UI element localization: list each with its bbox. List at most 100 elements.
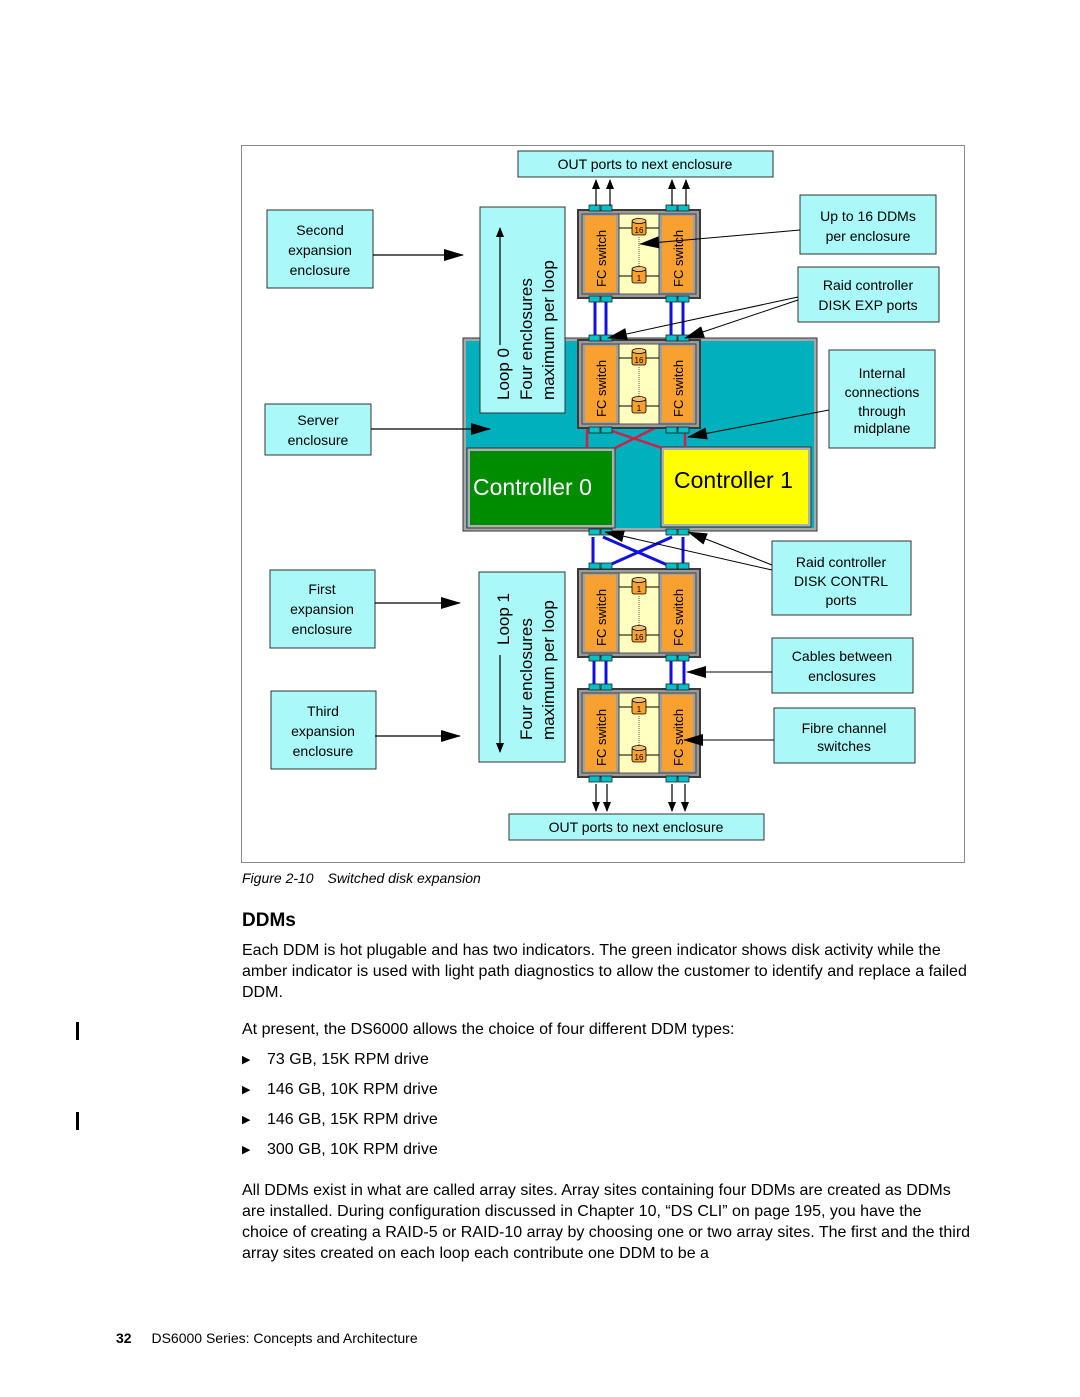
- disk-number: 16: [635, 356, 644, 365]
- disk-number: 16: [635, 226, 644, 235]
- list-item: ▶ 73 GB, 15K RPM drive: [242, 1049, 438, 1079]
- svg-text:expansion: expansion: [290, 601, 354, 617]
- controller1-label: Controller 1: [674, 467, 793, 493]
- controller-0: Controller 0: [466, 447, 616, 529]
- disk-number: 16: [635, 633, 644, 642]
- fc-switch-label: FC switch: [671, 589, 686, 646]
- out-ports-bottom: OUT ports to next enclosure: [508, 784, 765, 841]
- enclosure-first-expansion: FC switch FC switch 1 16: [577, 568, 701, 658]
- svg-text:through: through: [858, 403, 905, 419]
- out-ports-top: OUT ports to next enclosure: [517, 150, 774, 206]
- svg-text:expansion: expansion: [291, 723, 355, 739]
- svg-text:DISK EXP ports: DISK EXP ports: [818, 297, 917, 313]
- callout-first-expansion: First expansion enclosure: [269, 569, 461, 649]
- svg-text:Internal: Internal: [859, 365, 906, 381]
- port: [677, 204, 690, 212]
- enclosure-server: FC switch FC switch 16 1: [577, 339, 701, 429]
- svg-text:Server: Server: [297, 412, 339, 428]
- svg-text:Raid controller: Raid controller: [796, 554, 887, 570]
- page-footer: 32 DS6000 Series: Concepts and Architect…: [116, 1330, 418, 1346]
- port: [600, 775, 613, 783]
- callout-second-expansion: Second expansion enclosure: [266, 209, 464, 289]
- port: [665, 775, 678, 783]
- port: [588, 528, 601, 536]
- page-number: 32: [116, 1330, 132, 1346]
- port: [600, 654, 613, 662]
- port: [600, 683, 613, 691]
- loop1-line2: Four enclosures: [517, 618, 536, 740]
- svg-text:enclosure: enclosure: [293, 743, 354, 759]
- port: [600, 562, 613, 570]
- bullet-triangle-icon: ▶: [242, 1084, 251, 1096]
- port: [677, 528, 690, 536]
- port: [665, 562, 678, 570]
- bullet-triangle-icon: ▶: [242, 1114, 251, 1126]
- figure-caption: Figure 2-10 Switched disk expansion: [242, 870, 481, 886]
- ddm-types-list: ▶ 73 GB, 15K RPM drive ▶ 146 GB, 10K RPM d…: [242, 1049, 438, 1169]
- disk-number: 1: [637, 404, 642, 413]
- svg-text:connections: connections: [845, 384, 920, 400]
- port: [665, 295, 678, 303]
- port: [588, 204, 601, 212]
- svg-text:per enclosure: per enclosure: [826, 228, 911, 244]
- svg-text:enclosures: enclosures: [808, 668, 876, 684]
- fc-switch-label: FC switch: [594, 360, 609, 417]
- callout-cables-between: Cables between enclosures: [686, 637, 914, 694]
- port: [600, 426, 613, 434]
- port: [665, 334, 678, 342]
- controller0-label: Controller 0: [473, 474, 592, 500]
- disk-number: 1: [637, 585, 642, 594]
- port: [677, 683, 690, 691]
- fc-switch-label: FC switch: [671, 360, 686, 417]
- port: [677, 426, 690, 434]
- controller-1: Controller 1: [660, 446, 812, 528]
- svg-text:enclosure: enclosure: [288, 432, 349, 448]
- port: [588, 295, 601, 303]
- port: [677, 295, 690, 303]
- port: [588, 562, 601, 570]
- callout-third-expansion: Third expansion enclosure: [270, 690, 461, 770]
- enclosure-second-expansion: FC switch FC switch 16 1: [577, 209, 701, 299]
- cables-loop0: [593, 300, 685, 335]
- svg-text:Second: Second: [296, 222, 343, 238]
- out-ports-bottom-label: OUT ports to next enclosure: [549, 819, 724, 835]
- paragraph-array-sites: All DDMs exist in what are called array …: [242, 1182, 971, 1262]
- port: [677, 334, 690, 342]
- loop1-line3: maximum per loop: [539, 600, 558, 740]
- svg-text:Cables between: Cables between: [792, 648, 892, 664]
- callout-fibre-channel: Fibre channel switches: [683, 707, 916, 764]
- port: [665, 528, 678, 536]
- port: [588, 426, 601, 434]
- port: [665, 683, 678, 691]
- port: [588, 334, 601, 342]
- loop0-line1: Loop 0: [494, 348, 513, 400]
- loop0-box: Loop 0 Four enclosures maximum per loop: [479, 206, 566, 414]
- enclosure-third-expansion: FC switch FC switch 1 16: [577, 688, 701, 778]
- fc-switch-label: FC switch: [594, 230, 609, 287]
- disk-number: 16: [635, 753, 644, 762]
- port: [588, 683, 601, 691]
- port: [588, 654, 601, 662]
- figure-title: Switched disk expansion: [327, 870, 481, 886]
- svg-text:midplane: midplane: [854, 420, 911, 436]
- loop0-line2: Four enclosures: [517, 278, 536, 400]
- loop0-line3: maximum per loop: [539, 260, 558, 400]
- svg-text:First: First: [308, 581, 335, 597]
- svg-text:Fibre channel: Fibre channel: [802, 720, 887, 736]
- svg-text:ports: ports: [825, 592, 856, 608]
- port: [588, 775, 601, 783]
- port: [600, 295, 613, 303]
- switched-disk-expansion-diagram: Loop 0 Four enclosures maximum per loop …: [264, 150, 940, 841]
- paragraph-indicators: Each DDM is hot plugable and has two ind…: [242, 942, 967, 1001]
- book-title: DS6000 Series: Concepts and Architecture: [151, 1330, 418, 1346]
- fc-switch-label: FC switch: [671, 709, 686, 766]
- svg-text:DISK CONTRL: DISK CONTRL: [794, 573, 888, 589]
- fc-switch-label: FC switch: [594, 709, 609, 766]
- figure-number: Figure 2-10: [242, 870, 314, 886]
- svg-text:Up to 16 DDMs: Up to 16 DDMs: [820, 208, 916, 224]
- fc-switch-label: FC switch: [594, 589, 609, 646]
- svg-text:enclosure: enclosure: [290, 262, 351, 278]
- bullet-triangle-icon: ▶: [242, 1144, 251, 1156]
- change-bar: [76, 1112, 79, 1130]
- bullet-triangle-icon: ▶: [242, 1054, 251, 1066]
